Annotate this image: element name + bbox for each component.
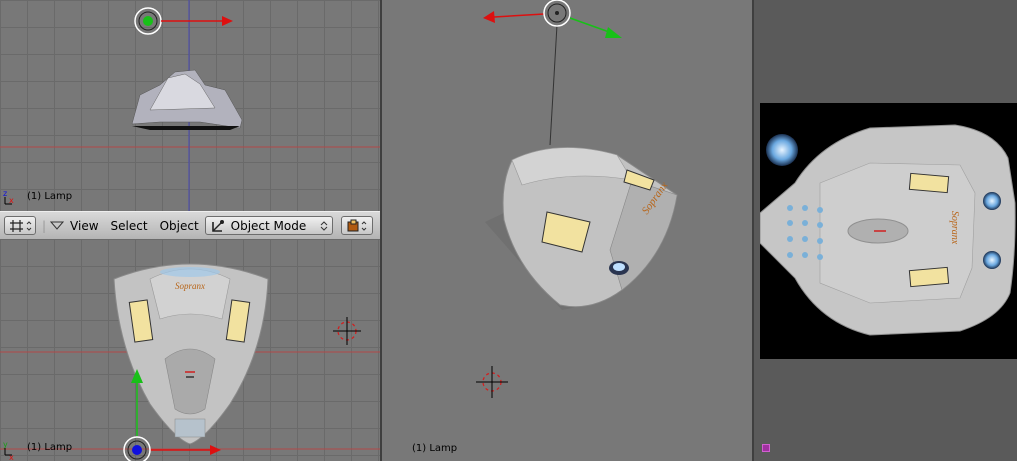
viewport-camera-status: (1) Lamp	[412, 443, 458, 454]
top-view-canvas: Sopranx y x	[0, 263, 380, 461]
collapse-menus-icon[interactable]	[50, 221, 65, 231]
image-editor[interactable]: Sopranx	[754, 0, 1017, 461]
object-mode-icon	[211, 219, 224, 232]
3d-cursor-top[interactable]	[333, 317, 361, 345]
axis-indicator-icon: y x	[3, 440, 14, 461]
solid-drawtype-icon	[347, 219, 367, 231]
svg-text:z: z	[3, 189, 7, 198]
lamp-widget-camera[interactable]	[483, 0, 622, 38]
ship-mesh-front[interactable]	[131, 69, 243, 130]
uv-cursor-icon[interactable]	[762, 444, 770, 452]
menu-select[interactable]: Select	[111, 219, 148, 233]
viewport-front-status: (1) Lamp	[27, 191, 73, 202]
mode-selector[interactable]: Object Mode	[204, 216, 333, 235]
viewport-front[interactable]: z x (1) Lamp	[0, 0, 380, 211]
front-view-canvas: z x	[0, 0, 380, 211]
menu-view[interactable]: View	[70, 219, 98, 233]
3d-cursor-camera[interactable]	[476, 366, 508, 398]
grid-editor-icon	[10, 219, 32, 232]
lamp-widget-front[interactable]	[134, 7, 233, 35]
texture-canvas	[759, 124, 1016, 336]
camera-view-canvas: Sopranx	[476, 0, 678, 398]
viewport-camera[interactable]: Sopranx (1) Lamp	[382, 0, 752, 461]
svg-text:y: y	[3, 440, 8, 449]
mode-label: Object Mode	[230, 218, 307, 233]
draw-type-button[interactable]	[340, 216, 373, 235]
texture-image[interactable]: Sopranx	[759, 103, 1017, 359]
editor-type-button[interactable]	[4, 216, 36, 235]
texture-hull-logo: Sopranx	[949, 210, 961, 245]
ship-mesh-camera[interactable]	[485, 147, 678, 310]
axis-indicator-icon: z x	[3, 189, 14, 205]
menu-separator-icon: |	[42, 218, 47, 233]
menu-object[interactable]: Object	[160, 219, 199, 233]
svg-text:x: x	[9, 196, 14, 205]
svg-text:x: x	[9, 453, 14, 461]
view3d-header: | View Select Object Object Mode	[0, 211, 380, 240]
updown-arrows-icon	[320, 220, 328, 231]
viewport-top-status: (1) Lamp	[27, 442, 73, 453]
hull-logo-top: Sopranx	[175, 281, 205, 291]
viewport-top[interactable]: Sopranx y x (1) Lamp	[0, 239, 380, 461]
